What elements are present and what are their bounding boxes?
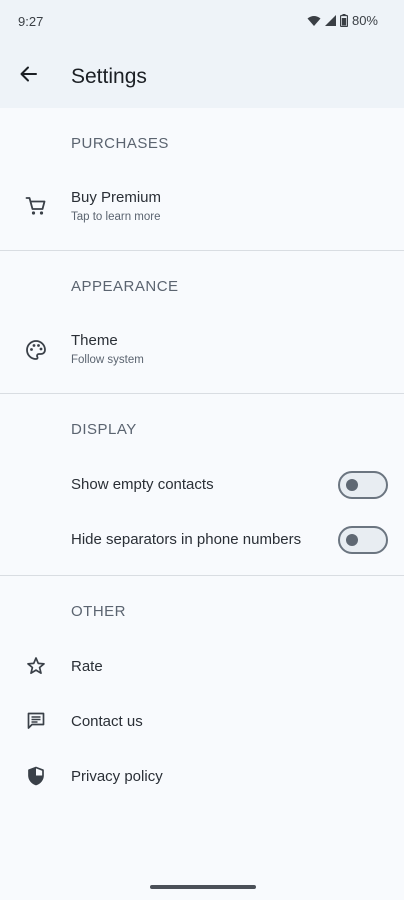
section-header-purchases: PURCHASES [71, 135, 169, 152]
chat-icon [24, 709, 48, 733]
status-time: 9:27 [18, 14, 44, 29]
palette-icon [24, 338, 48, 362]
section-header-appearance: APPEARANCE [71, 278, 179, 295]
rate-item[interactable]: Rate [0, 644, 404, 688]
hide-separators-label: Hide separators in phone numbers [71, 531, 302, 548]
hide-separators-item[interactable]: Hide separators in phone numbers [0, 518, 404, 562]
arrow-back-icon [19, 65, 37, 88]
section-header-display: DISPLAY [71, 421, 137, 438]
toggle-knob [346, 534, 358, 546]
show-empty-contacts-toggle[interactable] [338, 471, 388, 499]
toggle-knob [346, 479, 358, 491]
privacy-policy-label: Privacy policy [71, 768, 163, 785]
page-title: Settings [71, 65, 147, 88]
privacy-policy-item[interactable]: Privacy policy [0, 754, 404, 798]
divider [0, 250, 404, 251]
status-bar: 9:27 80% [0, 0, 404, 44]
theme-item[interactable]: Theme Follow system [0, 321, 404, 381]
buy-premium-item[interactable]: Buy Premium Tap to learn more [0, 178, 404, 238]
cart-icon [24, 194, 48, 218]
theme-title: Theme [71, 332, 118, 349]
star-icon [24, 654, 48, 678]
app-bar: Settings [0, 44, 404, 108]
signal-icon [324, 15, 336, 26]
buy-premium-subtitle: Tap to learn more [71, 211, 161, 223]
divider [0, 393, 404, 394]
back-button[interactable] [14, 62, 42, 90]
show-empty-contacts-label: Show empty contacts [71, 476, 214, 493]
wifi-icon [307, 15, 321, 27]
gesture-nav-handle[interactable] [150, 885, 256, 889]
hide-separators-toggle[interactable] [338, 526, 388, 554]
contact-us-label: Contact us [71, 713, 143, 730]
divider [0, 575, 404, 576]
battery-level: 80% [351, 13, 378, 28]
contact-us-item[interactable]: Contact us [0, 699, 404, 743]
rate-label: Rate [71, 658, 103, 675]
battery-icon [339, 14, 348, 27]
section-header-other: OTHER [71, 603, 126, 620]
show-empty-contacts-item[interactable]: Show empty contacts [0, 463, 404, 507]
status-icons: 80% [307, 13, 378, 28]
shield-icon [24, 764, 48, 788]
buy-premium-title: Buy Premium [71, 189, 162, 206]
theme-subtitle: Follow system [71, 354, 144, 366]
